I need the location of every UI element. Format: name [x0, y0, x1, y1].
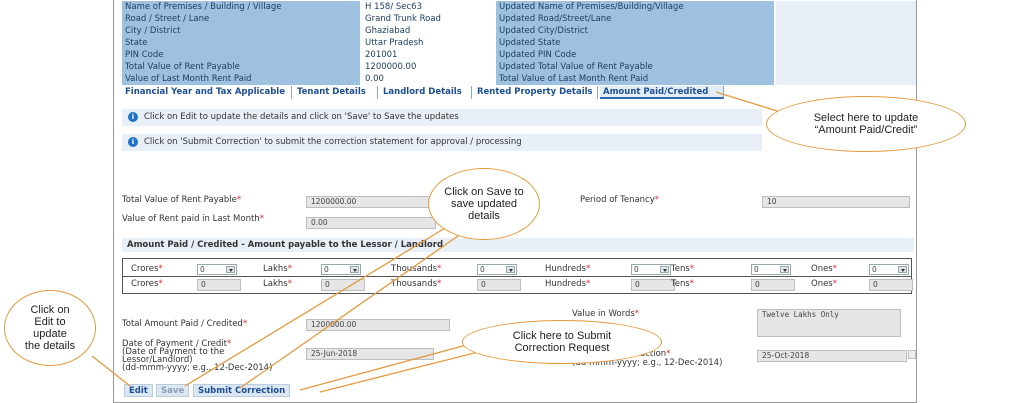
callout-submit: Click here to Submit Correction Request — [462, 320, 662, 364]
callout-save: Click on Save to save updated details — [428, 168, 540, 240]
callout-edit: Click on Edit to update the details — [4, 290, 96, 366]
callout-amount-paid: Select here to update “Amount Paid/Credit… — [766, 96, 966, 152]
